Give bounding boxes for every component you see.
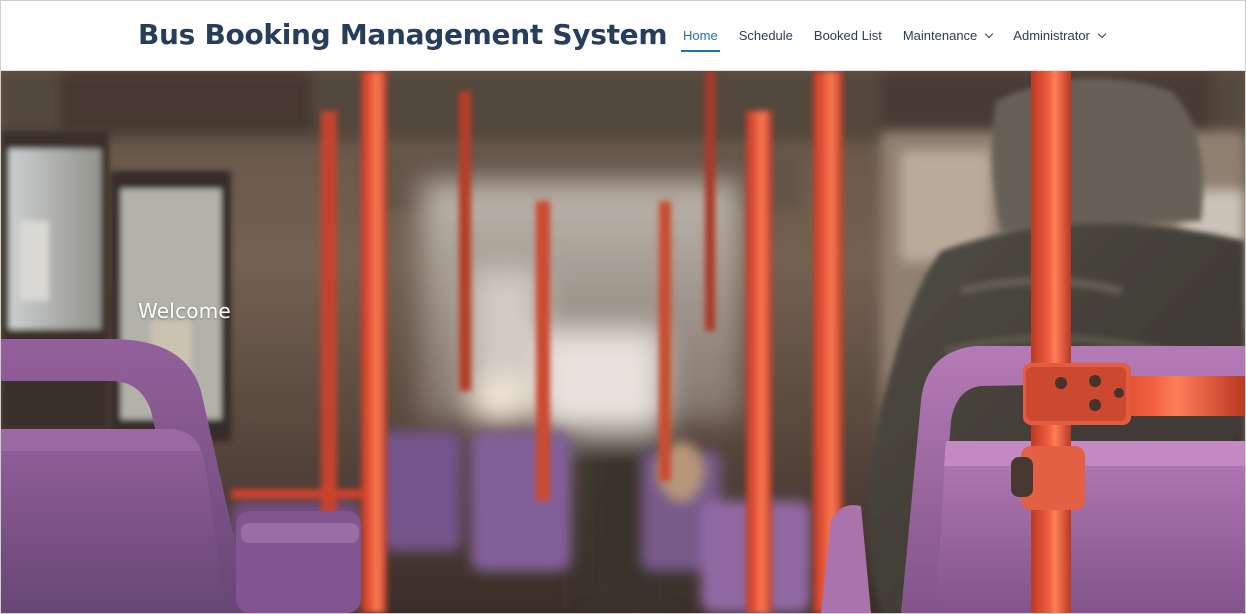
- nav-administrator[interactable]: Administrator: [1013, 28, 1107, 43]
- site-title[interactable]: Bus Booking Management System: [138, 18, 668, 51]
- nav-maintenance-label: Maintenance: [902, 28, 978, 43]
- nav-home-label: Home: [683, 28, 718, 43]
- site-header: Bus Booking Management System Home Sched…: [1, 1, 1245, 71]
- bus-interior-image: [1, 71, 1245, 613]
- nav-booked-list[interactable]: Booked List: [814, 28, 882, 43]
- welcome-text: Welcome: [138, 299, 231, 323]
- page: Bus Booking Management System Home Sched…: [0, 0, 1246, 614]
- nav-schedule[interactable]: Schedule: [739, 28, 793, 43]
- main-nav: Home Schedule Booked List Maintenance Ad…: [681, 1, 1126, 70]
- chevron-down-icon: [985, 29, 994, 38]
- nav-home[interactable]: Home: [681, 28, 720, 52]
- nav-administrator-label: Administrator: [1013, 28, 1090, 43]
- nav-booked-list-label: Booked List: [813, 28, 882, 43]
- nav-maintenance[interactable]: Maintenance: [902, 28, 994, 43]
- hero-banner: Welcome: [1, 71, 1245, 613]
- chevron-down-icon: [1097, 29, 1107, 38]
- nav-schedule-label: Schedule: [738, 28, 793, 43]
